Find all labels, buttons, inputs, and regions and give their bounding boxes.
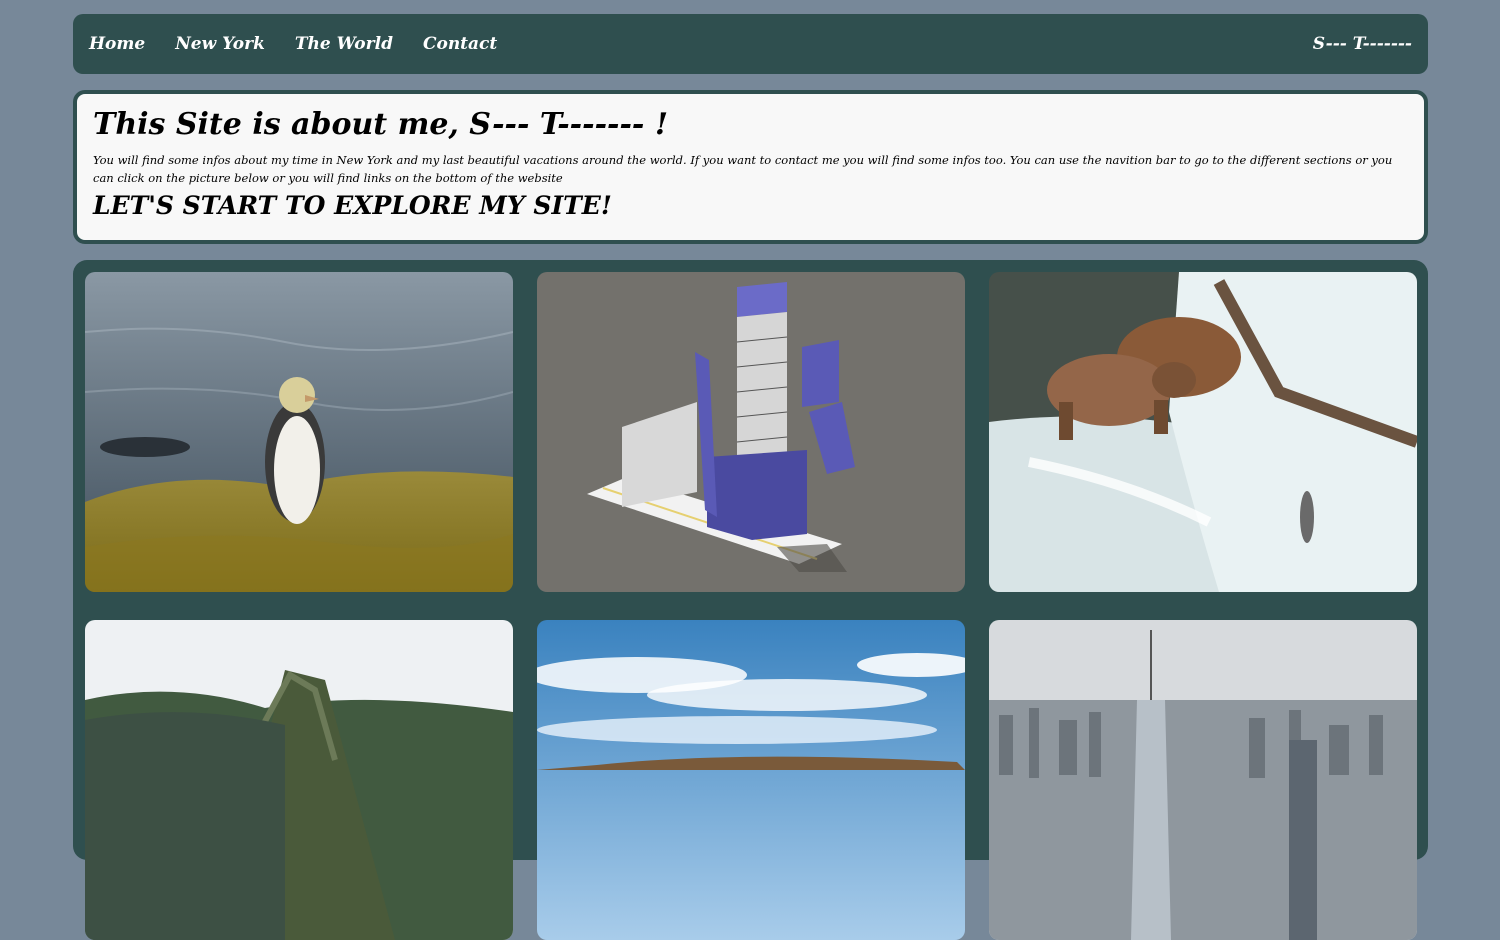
penguin-picture[interactable]	[85, 272, 513, 592]
nav-link-contact[interactable]: Contact	[423, 34, 497, 54]
nav-link-home[interactable]: Home	[89, 34, 145, 54]
explore-heading: LET'S START TO EXPLORE MY SITE!	[93, 191, 612, 220]
nav-link-the-world[interactable]: The World	[295, 34, 393, 54]
nav-link-new-york[interactable]: New York	[175, 34, 265, 54]
landscape-picture[interactable]	[537, 620, 965, 940]
the-world-picture[interactable]	[989, 272, 1417, 592]
tower-diagram-image	[537, 272, 965, 592]
intro-description: You will find some infos about my time i…	[93, 153, 1393, 185]
nyc-skyline-picture[interactable]	[989, 620, 1417, 940]
bears-waterfall-image	[989, 272, 1417, 592]
top-navbar: Home New York The World Contact S--- T--…	[73, 14, 1428, 74]
site-owner-name: S--- T-------	[1312, 34, 1412, 54]
mountain-image	[85, 620, 513, 940]
nyc-skyline-image	[989, 620, 1417, 940]
penguin-image	[85, 272, 513, 592]
page-title: This Site is about me, S--- T------- !	[93, 107, 668, 142]
mountain-picture[interactable]	[85, 620, 513, 940]
sky-landscape-image	[537, 620, 965, 940]
nav-links: Home New York The World Contact	[89, 34, 497, 54]
picture-gallery	[73, 260, 1428, 940]
intro-panel: This Site is about me, S--- T------- ! Y…	[73, 90, 1428, 244]
new-york-picture[interactable]	[537, 272, 965, 592]
